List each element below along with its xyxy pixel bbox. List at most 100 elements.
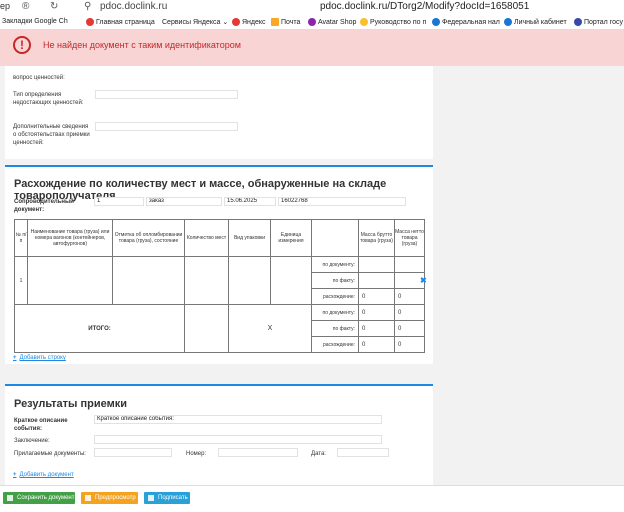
bookmarks-bar: Закладки Google Ch Главная страница Серв…: [0, 15, 624, 30]
bookmark-yandex-services[interactable]: Сервисы Яндекса ⌄: [162, 18, 228, 27]
total-row: ИТОГО: X по документу: 0 0: [14, 304, 425, 353]
row-label: расхождение:: [311, 288, 359, 305]
table-row: 1 по документу:: [14, 256, 425, 305]
bookmark-label: Почта: [281, 18, 301, 26]
doc-extra-input[interactable]: 16022768: [278, 197, 406, 206]
address-host[interactable]: pdoc.doclink.ru: [100, 1, 167, 12]
col-qty-header: Количество мест: [184, 219, 229, 257]
bookmark-label: Федеральная нал: [442, 18, 500, 26]
extra-info-input[interactable]: [95, 122, 238, 131]
col-num-header: № п/п: [14, 219, 28, 257]
col-unit-header: Единица измерения: [270, 219, 312, 257]
row-seal-cell[interactable]: [112, 256, 185, 305]
bookmark-avatar-shop[interactable]: Avatar Shop: [308, 18, 356, 26]
avatar-shop-icon: [308, 18, 316, 26]
row-name-cell[interactable]: [27, 256, 113, 305]
bookmark-yandex[interactable]: Яндекс: [232, 18, 266, 26]
gross-cell[interactable]: [358, 272, 395, 289]
conclusion-input[interactable]: [94, 435, 382, 444]
alert-icon: !: [13, 36, 31, 54]
preview-label: Предпросмотр: [95, 495, 136, 501]
total-net-cell: 0: [394, 304, 425, 321]
total-qty-cell: [184, 304, 229, 353]
col-seal-header: Отметка об опломбировании товара (груза)…: [112, 219, 185, 257]
truncated-label: вопрос ценностей:: [13, 75, 65, 81]
shortage-type-input[interactable]: [95, 90, 238, 99]
bookmark-cabinet[interactable]: Личный кабинет: [504, 18, 567, 26]
mail-icon: [271, 18, 279, 26]
doc-date-input[interactable]: 15.06.2025: [224, 197, 276, 206]
globe-icon: [432, 18, 440, 26]
number-input[interactable]: [218, 448, 298, 457]
preview-button[interactable]: Предпросмотр: [81, 492, 138, 504]
browser-top-bar: ер ® ↻ ⚲ pdoc.doclink.ru pdoc.doclink.ru…: [0, 0, 624, 15]
total-net-cell: 0: [394, 320, 425, 337]
plus-icon: +: [13, 472, 17, 478]
row-pack-cell[interactable]: [228, 256, 271, 305]
doc-number-input[interactable]: 1: [94, 197, 144, 206]
alert-message: Не найден документ с таким идентификатор…: [43, 40, 241, 50]
row-label: расхождение:: [311, 336, 359, 353]
col-net-header: Масса нетто товара (груза): [394, 219, 425, 257]
row-qty-cell[interactable]: [184, 256, 229, 305]
short-desc-input[interactable]: Краткое описание события:: [94, 415, 382, 424]
yandex-icon: [232, 18, 240, 26]
doc-type-input[interactable]: заказ: [146, 197, 222, 206]
yandex-icon: [86, 18, 94, 26]
date-input[interactable]: [337, 448, 389, 457]
bookmark-label: Закладки Google Ch: [2, 18, 68, 25]
bookmark-main-page[interactable]: Главная страница: [86, 18, 155, 26]
action-bar: Сохранить документ Предпросмотр Подписат…: [0, 485, 624, 512]
sign-button[interactable]: Подписать: [144, 492, 190, 504]
net-cell: 0: [394, 288, 425, 305]
address-url[interactable]: pdoc.doclink.ru/DTorg2/Modify?docId=1658…: [320, 1, 529, 12]
bookmark-label: Яндекс: [242, 18, 266, 26]
total-net-cell: 0: [394, 336, 425, 353]
sign-label: Подписать: [158, 495, 188, 501]
accompany-doc-label: Сопроводительный документ:: [14, 199, 74, 213]
results-title: Результаты приемки: [14, 398, 127, 410]
bookmark-tax[interactable]: Федеральная нал: [432, 18, 500, 26]
site-info-icon[interactable]: ®: [22, 1, 29, 12]
col-gross-header: Масса брутто товара (груза): [358, 219, 395, 257]
add-row-link[interactable]: + Добавить строку: [13, 355, 66, 361]
total-label: ИТОГО:: [14, 304, 185, 353]
shortage-type-label: Тип определения недостающих ценностей:: [13, 92, 84, 106]
row-label: по документу:: [311, 304, 359, 321]
short-desc-label: Краткое описание события:: [14, 418, 68, 432]
shield-icon: [574, 18, 582, 26]
save-icon: [7, 495, 13, 501]
conclusion-label: Заключение:: [14, 438, 50, 444]
total-x: X: [228, 304, 312, 353]
bookmark-guide[interactable]: Руководство по п: [360, 18, 426, 26]
gross-cell[interactable]: [358, 256, 395, 273]
bookmark-label: Личный кабинет: [514, 18, 567, 26]
bookmark-label: Avatar Shop: [318, 18, 357, 26]
lock-icon[interactable]: ⚲: [84, 1, 91, 12]
gross-cell: 0: [358, 288, 395, 305]
add-document-link[interactable]: + Добавить документ: [13, 472, 74, 478]
extra-info-label: Дополнительные сведения о обстоятельства…: [13, 124, 90, 146]
attached-docs-label: Прилагаемые документы:: [14, 451, 86, 457]
bookmark-mail[interactable]: Почта: [271, 18, 300, 26]
delete-row-icon[interactable]: ✖: [420, 276, 427, 285]
attached-docs-input[interactable]: [94, 448, 172, 457]
bookmark-gosuslugi[interactable]: Портал госу: [574, 18, 623, 26]
net-cell[interactable]: [394, 256, 425, 273]
save-document-button[interactable]: Сохранить документ: [3, 492, 75, 504]
bookmark-label: Главная страница: [96, 18, 155, 26]
error-alert: ! Не найден документ с таким идентификат…: [0, 30, 624, 66]
sign-icon: [148, 495, 154, 501]
tab-fragment[interactable]: ер: [0, 1, 10, 11]
reload-icon[interactable]: ↻: [50, 1, 58, 12]
row-unit-cell[interactable]: [270, 256, 312, 305]
col-name-header: Наименование товара (груза) или номера в…: [27, 219, 113, 257]
number-label: Номер:: [186, 451, 207, 457]
bookmark-label: Руководство по п: [370, 18, 427, 26]
col-label-header: [311, 219, 359, 257]
table-header-row: № п/п Наименование товара (груза) или но…: [14, 219, 425, 257]
row-num: 1: [14, 256, 28, 305]
bookmark-google[interactable]: Закладки Google Ch: [2, 18, 68, 25]
discrepancy-table: № п/п Наименование товара (груза) или но…: [14, 219, 425, 353]
bookmark-label: Портал госу: [584, 18, 624, 26]
